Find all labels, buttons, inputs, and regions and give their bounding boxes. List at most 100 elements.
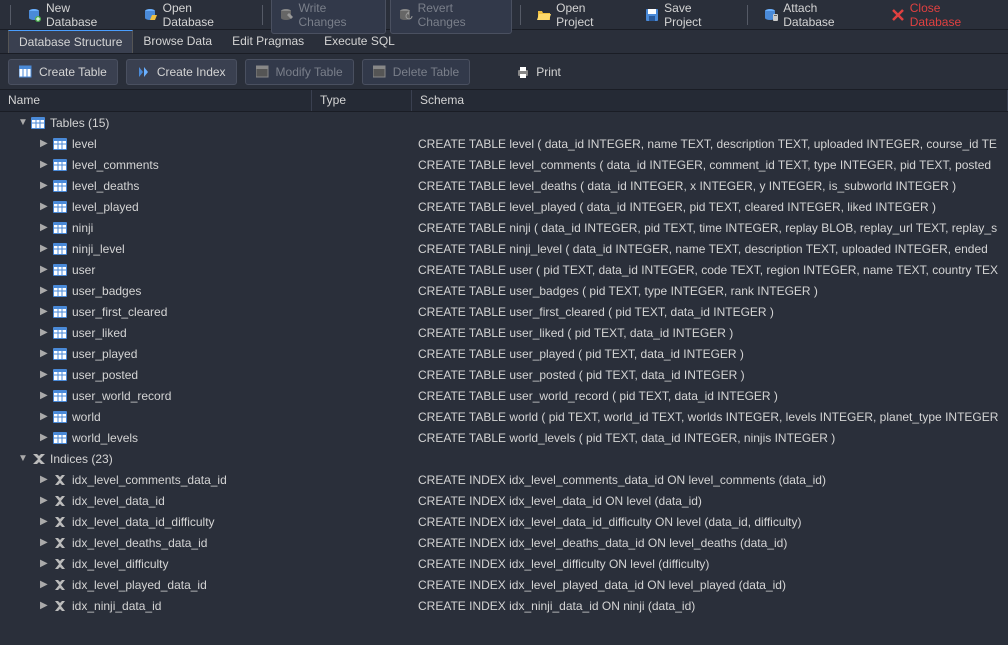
expand-icon[interactable]: ▶	[40, 495, 52, 506]
tab-edit-pragmas[interactable]: Edit Pragmas	[222, 30, 314, 53]
index-name: idx_level_played_data_id	[72, 578, 207, 592]
index-name: idx_level_data_id_difficulty	[72, 515, 215, 529]
index-row[interactable]: ▶idx_level_deaths_data_idCREATE INDEX id…	[0, 532, 1008, 553]
index-icon	[52, 558, 68, 570]
index-row[interactable]: ▶idx_level_difficultyCREATE INDEX idx_le…	[0, 553, 1008, 574]
table-icon	[52, 306, 68, 318]
open-database-button[interactable]: Open Database	[136, 0, 254, 33]
column-type[interactable]: Type	[312, 90, 412, 111]
index-row[interactable]: ▶ idx_level_played_data_id CREATE INDEX id…	[0, 574, 1008, 595]
create-index-label: Create Index	[157, 65, 226, 79]
modify-table-button[interactable]: Modify Table	[245, 59, 354, 85]
index-schema: CREATE INDEX idx_ninji_data_id ON ninji …	[418, 599, 695, 613]
new-database-button[interactable]: New Database	[19, 0, 132, 33]
expand-icon[interactable]: ▶	[40, 222, 52, 233]
expand-icon[interactable]: ▶	[40, 243, 52, 254]
attach-database-button[interactable]: Attach Database	[756, 0, 879, 33]
table-row[interactable]: ▶user_likedCREATE TABLE user_liked ( pid…	[0, 322, 1008, 343]
index-row[interactable]: ▶idx_ninji_data_idCREATE INDEX idx_ninji…	[0, 595, 1008, 616]
close-database-button[interactable]: Close Database	[883, 0, 1002, 33]
index-icon	[52, 537, 68, 549]
expand-icon[interactable]: ▶	[40, 138, 52, 149]
table-name: world_levels	[72, 431, 138, 445]
table-icon	[52, 138, 68, 150]
expand-icon[interactable]: ▼	[18, 453, 30, 464]
delete-table-label: Delete Table	[393, 65, 460, 79]
create-index-button[interactable]: Create Index	[126, 59, 237, 85]
index-row[interactable]: ▶idx_level_data_idCREATE INDEX idx_level…	[0, 490, 1008, 511]
tree-node-indices[interactable]: ▼ Indices (23)	[0, 448, 1008, 469]
expand-icon[interactable]: ▶	[40, 306, 52, 317]
expand-icon[interactable]: ▶	[40, 369, 52, 380]
expand-icon[interactable]: ▶	[40, 327, 52, 338]
database-add-icon	[27, 8, 41, 22]
table-schema: CREATE TABLE level_played ( data_id INTE…	[418, 200, 936, 214]
table-row[interactable]: ▶levelCREATE TABLE level ( data_id INTEG…	[0, 133, 1008, 154]
tab-browse-data[interactable]: Browse Data	[133, 30, 222, 53]
expand-icon[interactable]: ▼	[18, 117, 30, 128]
table-name: user_badges	[72, 284, 141, 298]
expand-icon[interactable]: ▶	[40, 264, 52, 275]
expand-icon[interactable]: ▶	[40, 159, 52, 170]
index-row[interactable]: ▶ idx_level_data_id_difficulty CREATE INDE…	[0, 511, 1008, 532]
table-row[interactable]: ▶user_first_clearedCREATE TABLE user_fir…	[0, 301, 1008, 322]
table-row[interactable]: ▶level_deathsCREATE TABLE level_deaths (…	[0, 175, 1008, 196]
schema-tree[interactable]: ▼ Tables (15) ▶levelCREATE TABLE level (…	[0, 112, 1008, 616]
table-schema: CREATE TABLE user ( pid TEXT, data_id IN…	[418, 263, 998, 277]
index-row[interactable]: ▶idx_level_comments_data_idCREATE INDEX …	[0, 469, 1008, 490]
table-schema: CREATE TABLE ninji ( data_id INTEGER, pi…	[418, 221, 997, 235]
tab-database-structure[interactable]: Database Structure	[8, 30, 133, 53]
delete-table-button[interactable]: Delete Table	[362, 59, 471, 85]
table-schema: CREATE TABLE user_badges ( pid TEXT, typ…	[418, 284, 818, 298]
expand-icon[interactable]: ▶	[40, 348, 52, 359]
save-project-button[interactable]: Save Project	[637, 0, 739, 33]
table-name: level_played	[72, 200, 139, 214]
table-row[interactable]: ▶ user_badges CREATE TABLE user_badges ( p…	[0, 280, 1008, 301]
create-table-button[interactable]: Create Table	[8, 59, 118, 85]
table-name: user_posted	[72, 368, 138, 382]
column-schema[interactable]: Schema	[412, 90, 1008, 111]
index-schema: CREATE INDEX idx_level_played_data_id ON…	[418, 578, 786, 592]
revert-changes-button[interactable]: Revert Changes	[390, 0, 513, 34]
write-changes-label: Write Changes	[299, 1, 377, 29]
table-row[interactable]: ▶level_commentsCREATE TABLE level_commen…	[0, 154, 1008, 175]
column-name[interactable]: Name	[0, 90, 312, 111]
index-name: idx_level_data_id	[72, 494, 165, 508]
expand-icon[interactable]: ▶	[40, 411, 52, 422]
close-database-label: Close Database	[910, 1, 994, 29]
write-changes-button[interactable]: Write Changes	[271, 0, 386, 34]
tree-node-tables[interactable]: ▼ Tables (15)	[0, 112, 1008, 133]
table-row[interactable]: ▶ world_levels CREATE TABLE world_levels (…	[0, 427, 1008, 448]
expand-icon[interactable]: ▶	[40, 432, 52, 443]
save-icon	[645, 8, 659, 22]
table-row[interactable]: ▶worldCREATE TABLE world ( pid TEXT, wor…	[0, 406, 1008, 427]
table-schema: CREATE TABLE level_comments ( data_id IN…	[418, 158, 991, 172]
table-row[interactable]: ▶ level_played CREATE TABLE level_played (…	[0, 196, 1008, 217]
table-row[interactable]: ▶user_playedCREATE TABLE user_played ( p…	[0, 343, 1008, 364]
table-row[interactable]: ▶ninji_levelCREATE TABLE ninji_level ( d…	[0, 238, 1008, 259]
close-icon	[891, 8, 905, 22]
expand-icon[interactable]: ▶	[40, 516, 52, 527]
save-project-label: Save Project	[664, 1, 731, 29]
open-project-button[interactable]: Open Project	[529, 0, 633, 33]
table-schema: CREATE TABLE world_levels ( pid TEXT, da…	[418, 431, 835, 445]
expand-icon[interactable]: ▶	[40, 558, 52, 569]
expand-icon[interactable]: ▶	[40, 285, 52, 296]
expand-icon[interactable]: ▶	[40, 537, 52, 548]
create-table-label: Create Table	[39, 65, 107, 79]
expand-icon[interactable]: ▶	[40, 390, 52, 401]
index-schema: CREATE INDEX idx_level_data_id_difficult…	[418, 515, 802, 529]
expand-icon[interactable]: ▶	[40, 579, 52, 590]
expand-icon[interactable]: ▶	[40, 474, 52, 485]
expand-icon[interactable]: ▶	[40, 180, 52, 191]
table-row[interactable]: ▶user_postedCREATE TABLE user_posted ( p…	[0, 364, 1008, 385]
expand-icon[interactable]: ▶	[40, 600, 52, 611]
expand-icon[interactable]: ▶	[40, 201, 52, 212]
print-button[interactable]: Print	[506, 60, 571, 84]
table-row[interactable]: ▶ninjiCREATE TABLE ninji ( data_id INTEG…	[0, 217, 1008, 238]
table-row[interactable]: ▶userCREATE TABLE user ( pid TEXT, data_…	[0, 259, 1008, 280]
separator	[10, 5, 11, 25]
tab-execute-sql[interactable]: Execute SQL	[314, 30, 405, 53]
table-row[interactable]: ▶user_world_recordCREATE TABLE user_worl…	[0, 385, 1008, 406]
tree-header: Name Type Schema	[0, 90, 1008, 112]
